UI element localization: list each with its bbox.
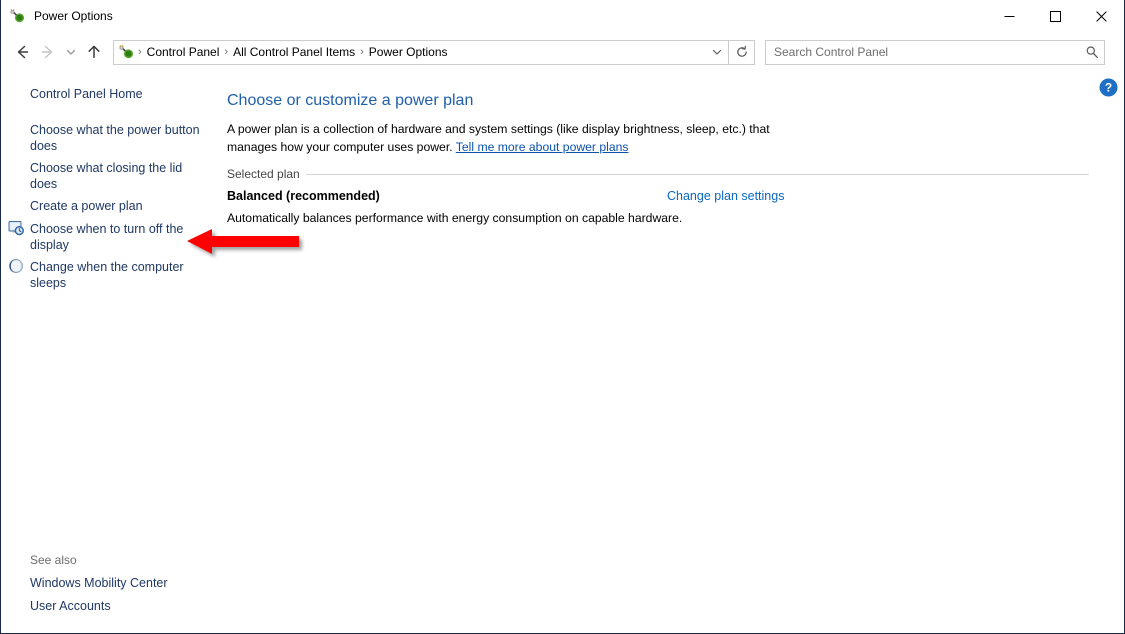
search-box[interactable] — [765, 39, 1105, 65]
window-title: Power Options — [34, 9, 113, 23]
breadcrumb-item-all-control-panel-items[interactable]: All Control Panel Items — [229, 43, 359, 61]
breadcrumb-item-power-options[interactable]: Power Options — [365, 43, 452, 61]
help-button[interactable]: ? — [1099, 78, 1118, 97]
sidebar-item-user-accounts[interactable]: User Accounts — [30, 599, 111, 615]
power-plug-icon — [10, 8, 26, 24]
change-plan-settings-link[interactable]: Change plan settings — [667, 189, 784, 203]
search-icon — [1080, 45, 1104, 59]
forward-button[interactable] — [35, 39, 61, 65]
close-button[interactable] — [1078, 0, 1124, 32]
main-panel: ? Choose or customize a power plan A pow… — [219, 72, 1124, 633]
section-divider — [304, 174, 1089, 175]
sidebar-item-create-a-power-plan[interactable]: Create a power plan — [30, 199, 143, 215]
sidebar-item-computer-sleeps[interactable]: Change when the computer sleeps — [30, 260, 200, 291]
up-button[interactable] — [81, 39, 107, 65]
sidebar-item-control-panel-home[interactable]: Control Panel Home — [30, 87, 143, 103]
sidebar-item-closing-the-lid-does[interactable]: Choose what closing the lid does — [30, 161, 190, 192]
page-description: A power plan is a collection of hardware… — [227, 120, 809, 156]
refresh-button[interactable] — [729, 39, 755, 65]
page-title: Choose or customize a power plan — [227, 92, 474, 109]
sleep-moon-icon — [8, 258, 24, 274]
breadcrumb-item-control-panel[interactable]: Control Panel — [143, 43, 224, 61]
search-input[interactable] — [766, 44, 1080, 60]
address-bar[interactable]: › Control Panel › All Control Panel Item… — [113, 39, 729, 65]
content-area: Control Panel Home Choose what the power… — [1, 72, 1124, 633]
recent-locations-button[interactable] — [61, 39, 81, 65]
title-bar: Power Options — [1, 0, 1124, 32]
sidebar-item-power-button-does[interactable]: Choose what the power button does — [30, 123, 202, 154]
see-also-label: See also — [30, 553, 77, 567]
maximize-button[interactable] — [1032, 0, 1078, 32]
sidebar: Control Panel Home Choose what the power… — [1, 72, 219, 633]
window-controls — [986, 0, 1124, 32]
sidebar-item-turn-off-display[interactable]: Choose when to turn off the display — [30, 222, 200, 253]
chevron-down-icon[interactable] — [706, 41, 728, 64]
minimize-button[interactable] — [986, 0, 1032, 32]
display-clock-icon — [8, 220, 24, 236]
tell-me-more-link[interactable]: Tell me more about power plans — [456, 140, 629, 154]
plan-description: Automatically balances performance with … — [227, 211, 683, 225]
navigation-bar: › Control Panel › All Control Panel Item… — [1, 32, 1124, 72]
selected-plan-label: Selected plan — [227, 167, 306, 181]
sidebar-item-windows-mobility-center[interactable]: Windows Mobility Center — [30, 576, 168, 592]
back-button[interactable] — [9, 39, 35, 65]
plan-name: Balanced (recommended) — [227, 189, 380, 203]
power-plug-icon — [119, 44, 135, 60]
power-options-window: Power Options › Control Panel › All Cont… — [0, 0, 1125, 634]
svg-text:?: ? — [1105, 81, 1112, 95]
